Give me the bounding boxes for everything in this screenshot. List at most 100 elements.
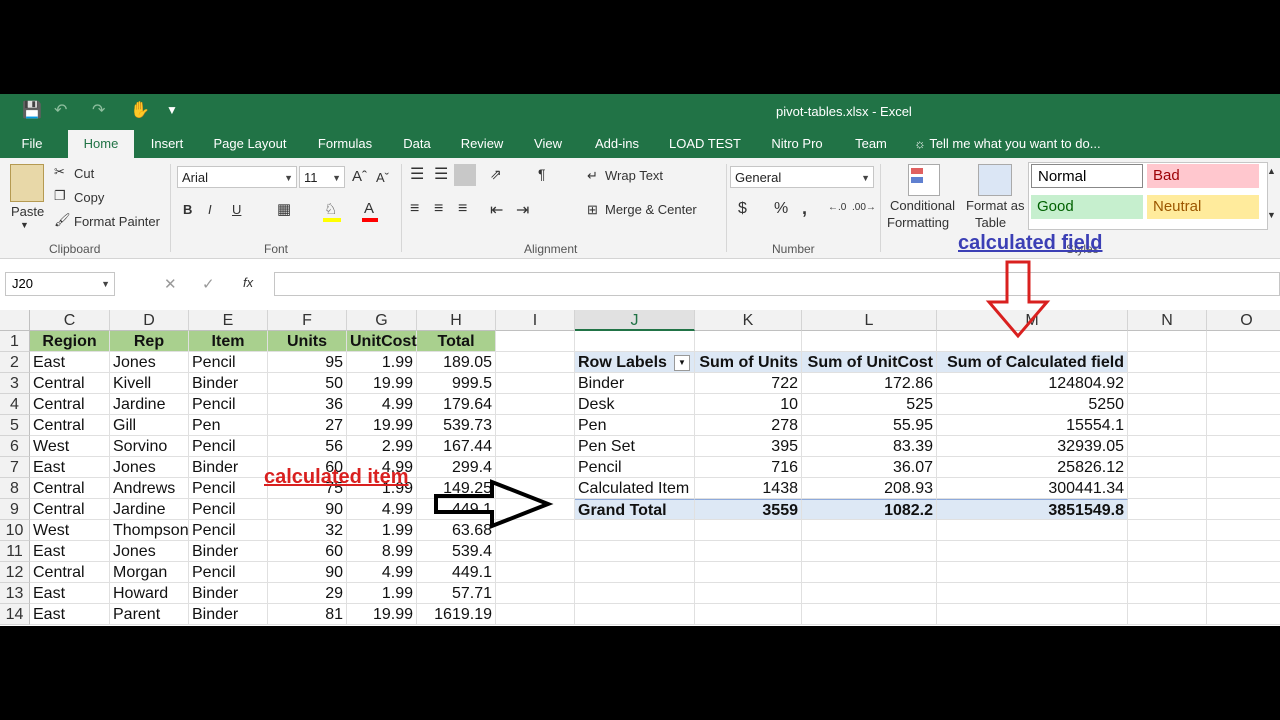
tab-data[interactable]: Data: [396, 130, 438, 158]
cell[interactable]: [575, 604, 695, 625]
table-cell[interactable]: Binder: [189, 583, 268, 604]
style-normal[interactable]: Normal: [1031, 164, 1143, 188]
table-cell[interactable]: Central: [30, 499, 110, 520]
cell[interactable]: [496, 352, 575, 373]
table-cell[interactable]: Jones: [110, 352, 189, 373]
tab-add-ins[interactable]: Add-ins: [586, 130, 648, 158]
touch-mode-icon[interactable]: ✋: [130, 100, 150, 120]
table-cell[interactable]: 179.64: [417, 394, 496, 415]
bottom-align-button[interactable]: [454, 164, 476, 186]
cell[interactable]: [496, 583, 575, 604]
cell[interactable]: [1128, 457, 1207, 478]
column-header[interactable]: E: [189, 310, 268, 331]
row-header[interactable]: 7: [0, 457, 30, 478]
table-cell[interactable]: Pencil: [189, 394, 268, 415]
column-header[interactable]: J: [575, 310, 695, 331]
cell[interactable]: [1128, 373, 1207, 394]
table-cell[interactable]: Pencil: [189, 520, 268, 541]
column-header[interactable]: L: [802, 310, 937, 331]
table-cell[interactable]: 90: [268, 562, 347, 583]
table-cell[interactable]: 1.99: [347, 583, 417, 604]
font-size-select[interactable]: 11 ▼: [299, 166, 345, 188]
column-header[interactable]: N: [1128, 310, 1207, 331]
table-cell[interactable]: 4.99: [347, 499, 417, 520]
table-cell[interactable]: Binder: [189, 373, 268, 394]
table-cell[interactable]: 90: [268, 499, 347, 520]
pivot-cell[interactable]: 36.07: [802, 457, 937, 478]
number-format-select[interactable]: General ▼: [730, 166, 874, 188]
cell[interactable]: [575, 583, 695, 604]
table-cell[interactable]: Morgan: [110, 562, 189, 583]
enter-icon[interactable]: ✓: [202, 275, 215, 293]
table-cell[interactable]: East: [30, 541, 110, 562]
font-name-select[interactable]: Arial ▼: [177, 166, 297, 188]
percent-button[interactable]: %: [774, 200, 788, 218]
table-cell[interactable]: 4.99: [347, 562, 417, 583]
tab-nitro-pro[interactable]: Nitro Pro: [762, 130, 832, 158]
cell[interactable]: [575, 562, 695, 583]
merge-center-button[interactable]: Merge & Center: [605, 202, 697, 217]
table-cell[interactable]: 999.5: [417, 373, 496, 394]
pivot-cell[interactable]: 716: [695, 457, 802, 478]
table-cell[interactable]: 60: [268, 541, 347, 562]
pivot-cell[interactable]: 124804.92: [937, 373, 1128, 394]
style-bad[interactable]: Bad: [1147, 164, 1259, 188]
tab-insert[interactable]: Insert: [144, 130, 190, 158]
pivot-total-cell[interactable]: Grand Total: [575, 499, 695, 520]
table-cell[interactable]: Gill: [110, 415, 189, 436]
cell[interactable]: [802, 604, 937, 625]
cell[interactable]: [1128, 562, 1207, 583]
table-cell[interactable]: 19.99: [347, 373, 417, 394]
tab-formulas[interactable]: Formulas: [310, 130, 380, 158]
redo-icon[interactable]: ↷: [92, 100, 105, 120]
align-center-icon[interactable]: ≡: [434, 200, 443, 218]
cell[interactable]: [496, 604, 575, 625]
conditional-formatting-icon[interactable]: [908, 164, 940, 196]
cell[interactable]: [1128, 394, 1207, 415]
cell[interactable]: [802, 331, 937, 352]
cell[interactable]: [1207, 415, 1280, 436]
cell[interactable]: [802, 583, 937, 604]
orientation-icon[interactable]: ⇗: [490, 166, 502, 183]
format-painter-button[interactable]: Format Painter: [74, 214, 160, 229]
insert-function-icon[interactable]: fx: [243, 275, 253, 290]
cell[interactable]: [1207, 499, 1280, 520]
tab-view[interactable]: View: [526, 130, 570, 158]
cell[interactable]: [1128, 352, 1207, 373]
table-label[interactable]: Table: [975, 215, 1006, 230]
pivot-header-cell[interactable]: Sum of UnitCost: [802, 352, 937, 373]
increase-indent-icon[interactable]: ⇥: [516, 200, 529, 220]
table-cell[interactable]: 36: [268, 394, 347, 415]
table-cell[interactable]: Pencil: [189, 436, 268, 457]
format-as-table-icon[interactable]: [978, 164, 1012, 196]
pivot-cell[interactable]: 722: [695, 373, 802, 394]
row-header[interactable]: 8: [0, 478, 30, 499]
tab-load-test[interactable]: LOAD TEST: [664, 130, 746, 158]
pivot-cell[interactable]: Desk: [575, 394, 695, 415]
pivot-cell[interactable]: 5250: [937, 394, 1128, 415]
tab-page-layout[interactable]: Page Layout: [206, 130, 294, 158]
table-cell[interactable]: 1.99: [347, 352, 417, 373]
font-color-icon[interactable]: A: [364, 200, 374, 217]
row-header[interactable]: 14: [0, 604, 30, 625]
pivot-cell[interactable]: 10: [695, 394, 802, 415]
underline-button[interactable]: U: [232, 202, 241, 217]
select-all-corner[interactable]: [0, 310, 30, 331]
row-header[interactable]: 6: [0, 436, 30, 457]
column-header[interactable]: H: [417, 310, 496, 331]
table-cell[interactable]: 32: [268, 520, 347, 541]
table-cell[interactable]: 95: [268, 352, 347, 373]
cell[interactable]: [937, 562, 1128, 583]
cell[interactable]: [802, 562, 937, 583]
table-header-cell[interactable]: Item: [189, 331, 268, 352]
cell[interactable]: [496, 373, 575, 394]
table-cell[interactable]: Thompson: [110, 520, 189, 541]
filter-dropdown-icon[interactable]: ▼: [674, 355, 690, 371]
table-cell[interactable]: Andrews: [110, 478, 189, 499]
table-header-cell[interactable]: UnitCost: [347, 331, 417, 352]
table-cell[interactable]: 539.73: [417, 415, 496, 436]
style-neutral[interactable]: Neutral: [1147, 195, 1259, 219]
row-header[interactable]: 2: [0, 352, 30, 373]
table-cell[interactable]: 1.99: [347, 520, 417, 541]
pivot-total-cell[interactable]: 3851549.8: [937, 499, 1128, 520]
